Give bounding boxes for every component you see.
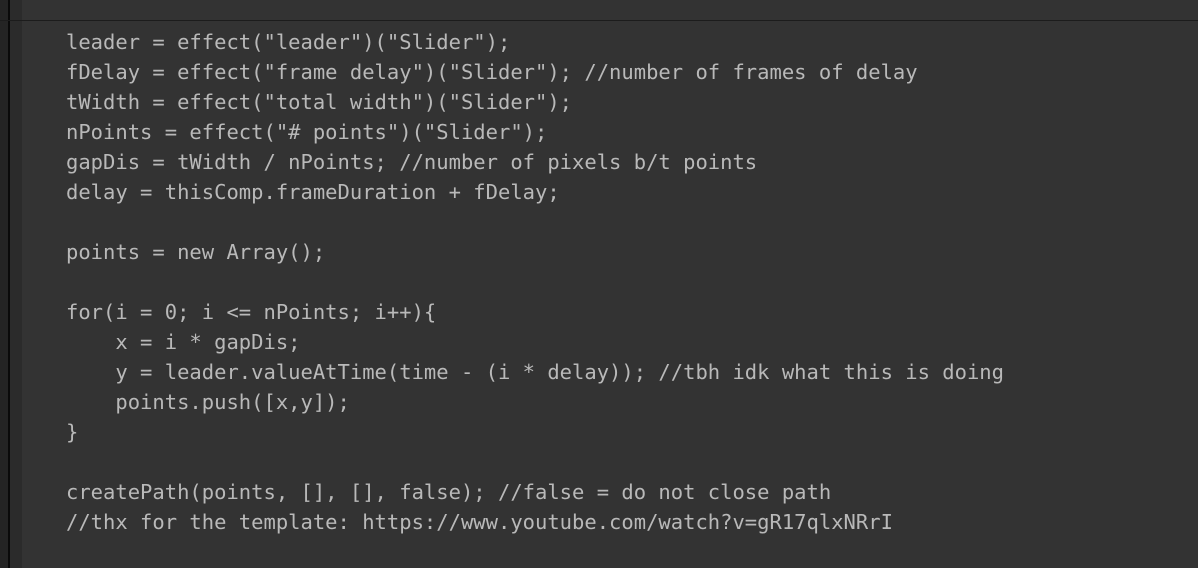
code-line[interactable]: y = leader.valueAtTime(time - (i * delay… [22,357,1198,387]
code-line[interactable]: delay = thisComp.frameDuration + fDelay; [22,177,1198,207]
expression-gutter[interactable] [10,21,22,568]
code-line[interactable]: points.push([x,y]); [22,387,1198,417]
code-line[interactable]: fDelay = effect("frame delay")("Slider")… [22,57,1198,87]
editor-body-row: leader = effect("leader")("Slider"); fDe… [0,21,1198,568]
code-line[interactable]: createPath(points, [], [], false); //fal… [22,477,1198,507]
code-line-blank[interactable] [22,207,1198,237]
code-line[interactable]: points = new Array(); [22,237,1198,267]
editor-top-fill [22,0,1198,20]
code-text-area[interactable]: leader = effect("leader")("Slider"); fDe… [22,21,1198,568]
editor-top-strip [0,0,1198,21]
code-line[interactable]: x = i * gapDis; [22,327,1198,357]
code-editor-window: leader = effect("leader")("Slider"); fDe… [0,0,1198,568]
gutter-outer [0,21,8,568]
code-line-blank[interactable] [22,267,1198,297]
code-line[interactable]: tWidth = effect("total width")("Slider")… [22,87,1198,117]
code-line[interactable]: } [22,417,1198,447]
code-line[interactable]: leader = effect("leader")("Slider"); [22,27,1198,57]
code-line[interactable]: //thx for the template: https://www.yout… [22,507,1198,537]
code-line[interactable]: gapDis = tWidth / nPoints; //number of p… [22,147,1198,177]
gutter-outer-top [0,0,8,20]
code-line[interactable]: nPoints = effect("# points")("Slider"); [22,117,1198,147]
code-line[interactable]: for(i = 0; i <= nPoints; i++){ [22,297,1198,327]
code-line-blank[interactable] [22,447,1198,477]
gutter-inner-top [10,0,22,20]
